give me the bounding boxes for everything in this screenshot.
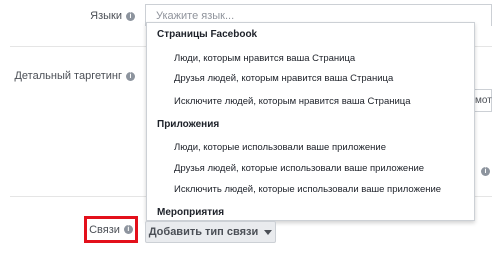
connections-label: Связи [89,223,120,236]
section-title-facebook-pages: Страницы Facebook [157,29,258,40]
option-friends-of-app-users[interactable]: Друзья людей, которые использовали ваше … [174,163,424,174]
section-divider [10,46,146,47]
option-app-users[interactable]: Люди, которые использовали ваше приложен… [174,142,386,153]
add-connection-type-button[interactable]: Добавить тип связи [145,221,276,243]
languages-label-row: Языки i [90,10,135,22]
info-icon[interactable]: i [123,225,133,234]
option-exclude-page-likers[interactable]: Исключите людей, которым нравится ваша С… [174,96,411,107]
connections-dropdown: Страницы Facebook Люди, которым нравится… [146,22,475,221]
section-divider [10,196,146,197]
languages-label: Языки [90,10,122,22]
section-title-apps: Приложения [157,119,220,130]
section-title-events: Мероприятия [157,207,225,218]
section-divider [475,196,492,197]
caret-down-icon [264,229,273,235]
option-friends-of-page-likers[interactable]: Друзья людей, которым нравится ваша Стра… [174,73,393,84]
connections-label-highlight: Связи i [84,216,138,243]
info-icon[interactable]: i [126,11,135,21]
detailed-targeting-label: Детальный таргетинг [14,70,122,82]
detailed-targeting-label-row: Детальный таргетинг i [14,70,135,82]
info-icon[interactable]: i [126,71,135,81]
option-page-likers[interactable]: Люди, которым нравится ваша Страница [174,53,355,64]
detailed-targeting-input-text: мот [475,95,492,106]
languages-placeholder: Укажите язык... [156,10,235,22]
add-connection-type-label: Добавить тип связи [148,226,259,238]
info-icon[interactable]: i [481,167,490,176]
option-exclude-app-users[interactable]: Исключить людей, которые использовали ва… [174,184,441,195]
section-divider [475,46,492,47]
